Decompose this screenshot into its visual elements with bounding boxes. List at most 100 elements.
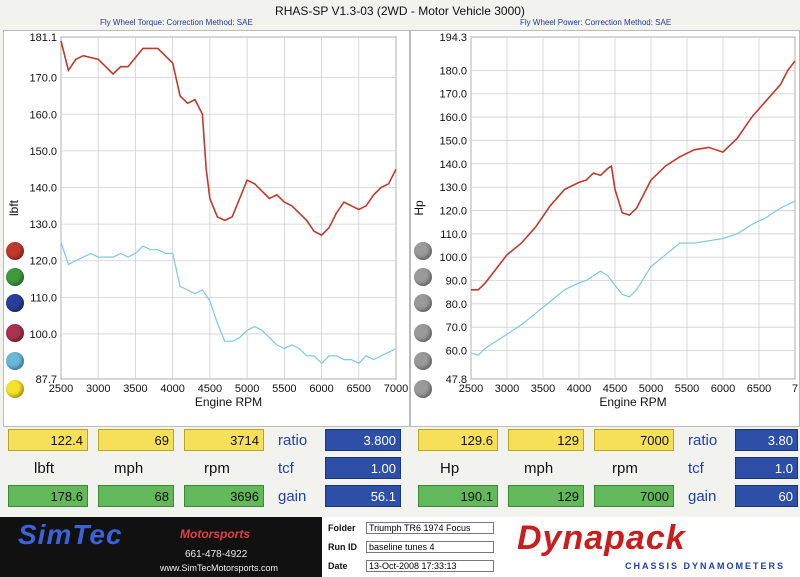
legend-dot-r4[interactable] <box>414 324 432 342</box>
legend-dot-r6[interactable] <box>414 380 432 398</box>
rpm-cursor-value: 3714 <box>184 429 264 451</box>
folder-key: Folder <box>328 523 356 533</box>
y-axis-label: Hp <box>412 200 426 216</box>
x-axis-label: Engine RPM <box>599 395 666 409</box>
rpm-label: rpm <box>204 459 230 477</box>
report-footer: SimTec Motorsports 661-478-4922 www.SimT… <box>0 517 800 577</box>
mph-label: mph <box>114 459 144 477</box>
dynapack-logo: Dynapack CHASSIS DYNAMOMETERS <box>505 517 800 577</box>
x-tick-label: 5000 <box>235 383 259 395</box>
rpm-cursor-value-2: 7000 <box>594 429 674 451</box>
x-tick-label: 6500 <box>747 383 771 395</box>
y-tick-label: 110.0 <box>440 229 467 241</box>
y-tick-label: 130.0 <box>439 182 467 194</box>
x-tick-label: 4000 <box>160 383 184 395</box>
rpm-peak-value: 3696 <box>184 485 264 507</box>
gain-label: gain <box>278 487 307 505</box>
report-title: RHAS-SP V1.3-03 (2WD - Motor Vehicle 300… <box>275 4 525 18</box>
gain-value-2: 60 <box>735 485 798 507</box>
mph-cursor-value-2: 129 <box>508 429 584 451</box>
simtec-website: www.SimTecMotorsports.com <box>160 563 279 573</box>
power-chart: 2500 3000 3500 4000 4500 5000 5500 6000 6500 747.… <box>412 32 798 409</box>
y-tick-label: 140.0 <box>439 159 467 171</box>
x-tick-label: 5000 <box>639 383 663 395</box>
torque-cursor-value: 122.4 <box>8 429 88 451</box>
plot-area <box>60 36 397 380</box>
y-tick-label: 181.1 <box>29 32 57 44</box>
x-tick-label: 7 <box>792 383 798 395</box>
date-value: 13-Oct-2008 17:33:13 <box>366 560 494 572</box>
x-tick-label: 5500 <box>675 383 699 395</box>
folder-value: Triumph TR6 1974 Focus <box>366 522 494 534</box>
y-tick-label: 80.0 <box>446 299 467 311</box>
y-tick-label: 150.0 <box>439 135 467 147</box>
legend-dot-run4[interactable] <box>6 324 24 342</box>
legend-dot-run2[interactable] <box>6 268 24 286</box>
legend-dot-r2[interactable] <box>414 268 432 286</box>
y-tick-label: 90.0 <box>446 275 467 287</box>
mph-peak-value: 68 <box>98 485 174 507</box>
runid-value: baseline tunes 4 <box>366 541 494 553</box>
x-tick-label: 5500 <box>272 383 296 395</box>
ratio-value-2: 3.80 <box>735 429 798 451</box>
y-tick-label: 100.0 <box>439 252 467 264</box>
x-tick-label: 7000 <box>384 383 408 395</box>
date-key: Date <box>328 561 348 571</box>
y-tick-label: 170.0 <box>29 73 57 85</box>
legend-dot-run1[interactable] <box>6 242 24 260</box>
y-tick-label: 87.7 <box>36 374 57 386</box>
mph-peak-value-2: 129 <box>508 485 584 507</box>
simtec-logo: SimTec Motorsports 661-478-4922 www.SimT… <box>0 517 322 577</box>
legend-dot-r3[interactable] <box>414 294 432 312</box>
y-tick-label: 170.0 <box>439 89 467 101</box>
tcf-label-2: tcf <box>688 459 704 477</box>
y-tick-label: 160.0 <box>439 112 467 124</box>
y-tick-label: 70.0 <box>446 322 467 334</box>
torque-peak-value: 178.6 <box>8 485 88 507</box>
tcf-value: 1.00 <box>325 457 401 479</box>
ratio-label-2: ratio <box>688 431 718 449</box>
y-tick-label: 194.3 <box>439 32 467 44</box>
y-tick-label: 180.0 <box>439 65 467 77</box>
torque-subtitle: Fly Wheel Torque: Correction Method: SAE <box>100 18 253 27</box>
ratio-label: ratio <box>278 431 308 449</box>
runid-key: Run ID <box>328 542 357 552</box>
simtec-tagline: Motorsports <box>180 527 250 541</box>
rpm-label-2: rpm <box>612 459 638 477</box>
power-subtitle: Fly Wheel Power: Correction Method: SAE <box>520 18 672 27</box>
x-tick-label: 3500 <box>123 383 147 395</box>
x-tick-label: 6000 <box>711 383 735 395</box>
x-axis-label: Engine RPM <box>195 395 262 409</box>
hp-label: Hp <box>440 459 460 477</box>
torque-chart: 2500 3000 3500 4000 4500 5000 5500 6000 6500 7000… <box>7 32 408 409</box>
legend-dot-run5[interactable] <box>6 352 24 370</box>
simtec-logo-text: SimTec <box>18 519 123 550</box>
legend-dot-run3[interactable] <box>6 294 24 312</box>
y-tick-label: 150.0 <box>29 146 57 158</box>
mph-label-2: mph <box>524 459 554 477</box>
legend-dot-r5[interactable] <box>414 352 432 370</box>
y-tick-label: 130.0 <box>29 219 57 231</box>
simtec-phone: 661-478-4922 <box>185 549 248 560</box>
x-tick-label: 6000 <box>309 383 333 395</box>
y-tick-label: 160.0 <box>29 109 57 121</box>
readout-panel: 122.4 69 3714 ratio 3.800 129.6 129 7000… <box>0 426 800 516</box>
legend-dot-r1[interactable] <box>414 242 432 260</box>
gain-value: 56.1 <box>325 485 401 507</box>
run-info: Folder Triumph TR6 1974 Focus Run ID bas… <box>322 517 500 577</box>
y-tick-label: 60.0 <box>446 346 467 358</box>
y-tick-label: 120.0 <box>29 256 57 268</box>
legend-dot-run6[interactable] <box>6 380 24 398</box>
dynapack-subtitle: CHASSIS DYNAMOMETERS <box>625 561 786 571</box>
x-tick-label: 4500 <box>603 383 627 395</box>
report-header: RHAS-SP V1.3-03 (2WD - Motor Vehicle 300… <box>0 0 800 30</box>
plot-area <box>470 36 796 380</box>
power-panel: 2500 3000 3500 4000 4500 5000 5500 6000 6500 7 47.… <box>410 30 800 427</box>
x-tick-label: 3000 <box>86 383 110 395</box>
y-tick-label: 47.8 <box>446 374 467 386</box>
torque-panel: 2500 3000 3500 4000 4500 5000 5500 6000 6500 7000… <box>3 30 410 427</box>
x-tick-label: 3500 <box>531 383 555 395</box>
y-tick-label: 100.0 <box>29 329 57 341</box>
tcf-value-2: 1.0 <box>735 457 798 479</box>
y-tick-label: 120.0 <box>439 205 467 217</box>
